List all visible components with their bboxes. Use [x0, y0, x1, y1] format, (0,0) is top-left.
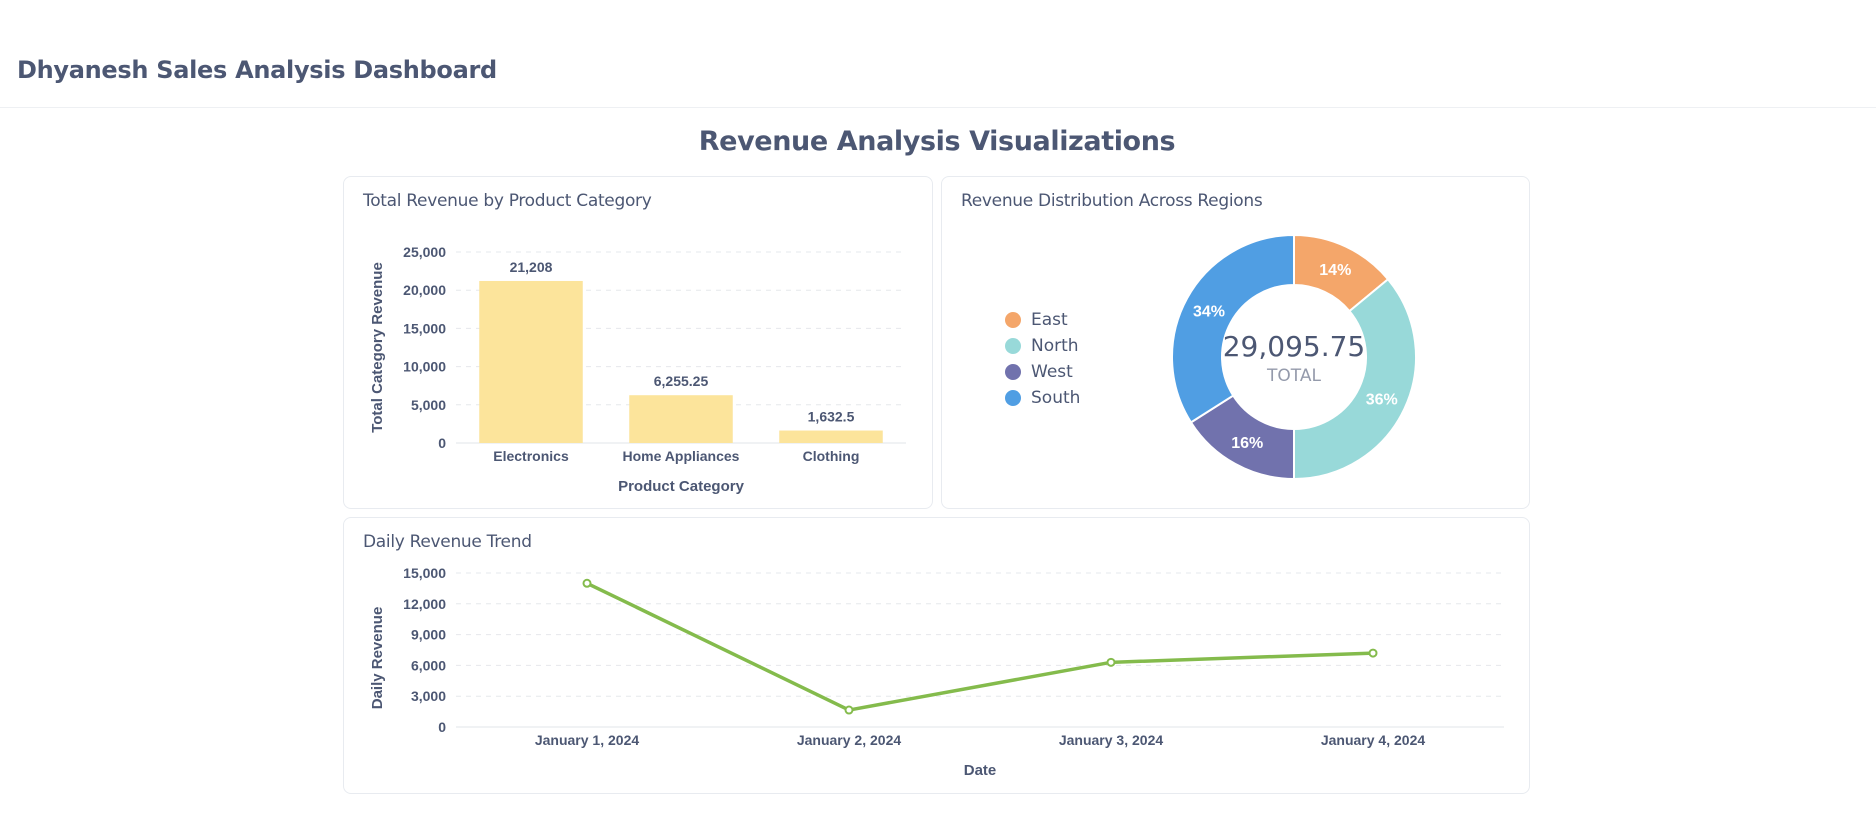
line-x-axis-title: Date [964, 762, 997, 779]
donut-total-label: TOTAL [1266, 366, 1321, 386]
line-y-tick-label: 0 [438, 719, 446, 735]
line-y-tick-label: 9,000 [411, 627, 446, 643]
section-title: Revenue Analysis Visualizations [698, 126, 1176, 157]
bar-y-tick-label: 25,000 [403, 244, 446, 260]
donut-chart: 14% 36% 16% 34% 29,095.75 TOTAL [1171, 233, 1417, 481]
line-x-tick-label: January 1, 2024 [535, 732, 640, 748]
line-y-tick-label: 3,000 [411, 688, 446, 704]
donut-slice-label: 16% [1231, 435, 1263, 452]
dashboard-title: Dhyanesh Sales Analysis Dashboard [17, 56, 497, 84]
bar-data-label: 21,208 [510, 259, 553, 275]
donut-slice-south [1171, 233, 1295, 424]
bar-y-axis-title: Total Category Revenue [369, 262, 386, 433]
bar-x-axis-title: Product Category [618, 478, 745, 495]
bar [779, 430, 883, 443]
bar-x-tick-label: Electronics [493, 448, 569, 464]
line-point [1106, 657, 1116, 667]
line-point [844, 705, 854, 715]
bar-chart-card[interactable]: Total Revenue by Product Category 0 5,000… [343, 176, 933, 509]
bar-chart: 0 5,000 10,000 15,000 20,000 25,000 21,208 Elec… [369, 244, 906, 495]
line-point [582, 578, 592, 588]
line-chart: 0 3,000 6,000 9,000 12,000 15,000 January 1, 2… [369, 565, 1504, 779]
dashboard-header: Dhyanesh Sales Analysis Dashboard [0, 0, 1876, 108]
line-y-tick-label: 6,000 [411, 657, 446, 673]
line-y-tick-label: 15,000 [403, 565, 446, 581]
bar-x-tick-label: Clothing [803, 448, 860, 464]
line-y-tick-label: 12,000 [403, 596, 446, 612]
line-x-tick-label: January 4, 2024 [1321, 732, 1426, 748]
bar-data-label: 1,632.5 [808, 409, 855, 425]
line-x-tick-label: January 3, 2024 [1059, 732, 1164, 748]
bar-y-tick-label: 5,000 [411, 397, 446, 413]
line-point [1368, 648, 1378, 658]
line-x-tick-label: January 2, 2024 [797, 732, 902, 748]
donut-slice-label: 14% [1319, 262, 1351, 279]
bar-y-tick-label: 10,000 [403, 359, 446, 375]
line-chart-card[interactable]: Daily Revenue Trend 0 3,000 6,000 9,000 12,0… [343, 517, 1530, 794]
bar [629, 395, 733, 443]
bar [479, 280, 583, 443]
line-y-axis-title: Daily Revenue [369, 607, 386, 710]
donut-slice-label: 34% [1193, 303, 1225, 320]
donut-total-value: 29,095.75 [1223, 330, 1366, 363]
bar-y-tick-label: 15,000 [403, 320, 446, 336]
donut-chart-card[interactable]: Revenue Distribution Across Regions East… [941, 176, 1530, 509]
line-series [586, 581, 1374, 712]
bar-data-label: 6,255.25 [654, 373, 709, 389]
bar-x-tick-label: Home Appliances [623, 448, 740, 464]
bar-y-tick-label: 20,000 [403, 282, 446, 298]
bar-y-tick-label: 0 [438, 435, 446, 451]
donut-slice-label: 36% [1366, 391, 1398, 408]
